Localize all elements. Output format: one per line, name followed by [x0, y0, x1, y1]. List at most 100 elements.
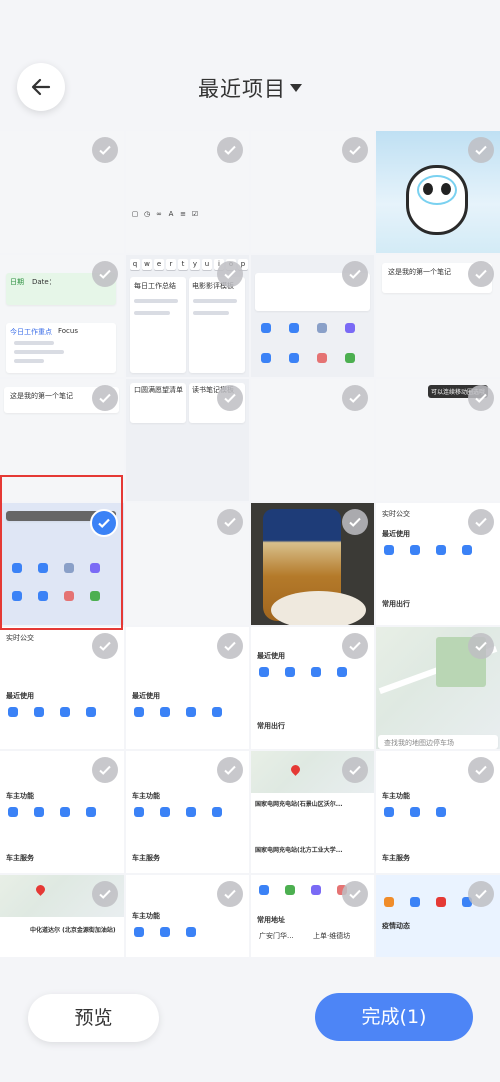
select-checkbox[interactable]	[217, 261, 243, 287]
grid-item[interactable]: 中化道达尔 (北京金源街加油站)	[0, 875, 124, 957]
grid-item[interactable]: 车主功能 车主服务	[0, 751, 124, 873]
grid-item[interactable]: 实时公交 最近使用	[0, 627, 124, 749]
select-checkbox[interactable]	[217, 757, 243, 783]
note-label: 最近使用	[257, 652, 285, 660]
grid-item[interactable]	[0, 503, 124, 625]
select-checkbox[interactable]	[92, 137, 118, 163]
select-checkbox[interactable]	[468, 633, 494, 659]
grid-item[interactable]	[251, 131, 374, 253]
check-icon	[349, 393, 361, 403]
note-label: 上单·维德坊	[313, 932, 351, 940]
note-label: 疫情动态	[382, 922, 410, 930]
select-checkbox[interactable]	[468, 757, 494, 783]
grid-item[interactable]: ▢ ◷ ∞ A ≡ ☑	[126, 131, 249, 253]
select-checkbox[interactable]	[342, 137, 368, 163]
select-checkbox[interactable]	[468, 385, 494, 411]
select-checkbox[interactable]	[92, 385, 118, 411]
note-label: 车主功能	[382, 792, 410, 800]
note-label: 这是我的第一个笔记	[388, 268, 451, 276]
grid-item[interactable]: 车主功能 车主服务	[126, 751, 249, 873]
grid-item[interactable]: 这是我的第一个笔记	[0, 379, 124, 501]
grid-item[interactable]: 最近使用 常用出行	[251, 627, 374, 749]
note-label: 中化道达尔 (北京金源街加油站)	[30, 927, 116, 934]
grid-item[interactable]	[251, 379, 374, 501]
toolbar-icons: ▢ ◷ ∞ A ≡ ☑	[131, 210, 199, 218]
check-icon	[475, 889, 487, 899]
check-icon	[99, 269, 111, 279]
grid-item[interactable]	[251, 503, 374, 625]
grid-item[interactable]: 这是我的第一个笔记	[376, 255, 500, 377]
note-label: 最近使用	[382, 530, 410, 538]
check-icon	[99, 393, 111, 403]
grid-item[interactable]: 疫情动态	[376, 875, 500, 957]
select-checkbox[interactable]	[468, 881, 494, 907]
select-checkbox[interactable]	[342, 757, 368, 783]
note-label: 常用地址	[257, 916, 285, 924]
grid-item[interactable]	[376, 131, 500, 253]
check-icon	[349, 145, 361, 155]
check-icon	[349, 765, 361, 775]
select-checkbox[interactable]	[217, 881, 243, 907]
select-checkbox[interactable]	[217, 137, 243, 163]
note-label: 实时公交	[382, 510, 410, 518]
note-label: 车主功能	[132, 792, 160, 800]
grid-item[interactable]: 口圆满愿望清单 读书笔记模板	[126, 379, 249, 501]
note-label: 最近使用	[132, 692, 160, 700]
grid-item[interactable]: 查找我的地图边停车场	[376, 627, 500, 749]
note-label: 国家电网充电站(石景山区沃尔...	[255, 801, 343, 808]
check-icon	[475, 765, 487, 775]
note-label: 口圆满愿望清单	[134, 386, 183, 394]
select-checkbox[interactable]	[92, 633, 118, 659]
select-checkbox[interactable]	[217, 385, 243, 411]
grid-item[interactable]: qwertyuiop 每日工作总结 电影影评模板	[126, 255, 249, 377]
select-checkbox[interactable]	[342, 633, 368, 659]
check-icon	[349, 517, 361, 527]
select-checkbox[interactable]	[468, 137, 494, 163]
note-label: 常用出行	[257, 722, 285, 730]
select-checkbox[interactable]	[92, 757, 118, 783]
note-label: 实时公交	[6, 634, 34, 642]
note-label: 车主服务	[382, 854, 410, 862]
grid-item[interactable]: 车主功能 车主服务	[376, 751, 500, 873]
check-icon	[99, 765, 111, 775]
grid-item[interactable]: 常用地址 广安门华... 上单·维德坊	[251, 875, 374, 957]
select-checkbox[interactable]	[342, 509, 368, 535]
select-checkbox[interactable]	[217, 633, 243, 659]
check-icon	[224, 145, 236, 155]
grid-item[interactable]	[251, 255, 374, 377]
done-button[interactable]: 完成(1)	[315, 993, 473, 1041]
select-checkbox-checked[interactable]	[90, 509, 118, 537]
header-bar: 最近项目	[0, 0, 500, 130]
album-selector[interactable]: 最近项目	[0, 73, 500, 103]
select-checkbox[interactable]	[217, 509, 243, 535]
select-checkbox[interactable]	[342, 881, 368, 907]
grid-item[interactable]: 日期 Date： 今日工作重点 Focus	[0, 255, 124, 377]
select-checkbox[interactable]	[92, 881, 118, 907]
grid-item[interactable]	[0, 131, 124, 253]
note-label: 每日工作总结	[134, 282, 176, 290]
note-label: 车主服务	[6, 854, 34, 862]
grid-item[interactable]: 可以连续移动圈选哦	[376, 379, 500, 501]
check-icon	[224, 517, 236, 527]
preview-button[interactable]: 预览	[28, 994, 159, 1042]
check-icon	[475, 269, 487, 279]
grid-item[interactable]: 车主功能	[126, 875, 249, 957]
note-label: Focus	[58, 327, 78, 335]
select-checkbox[interactable]	[468, 509, 494, 535]
grid-item[interactable]: 最近使用	[126, 627, 249, 749]
check-icon	[224, 765, 236, 775]
check-icon	[98, 518, 110, 529]
note-label: 最近使用	[6, 692, 34, 700]
select-checkbox[interactable]	[92, 261, 118, 287]
grid-item[interactable]	[126, 503, 249, 625]
check-icon	[349, 641, 361, 651]
check-icon	[224, 393, 236, 403]
select-checkbox[interactable]	[342, 261, 368, 287]
grid-item[interactable]: 国家电网充电站(石景山区沃尔... 国家电网充电站(北方工业大学...	[251, 751, 374, 873]
select-checkbox[interactable]	[342, 385, 368, 411]
select-checkbox[interactable]	[468, 261, 494, 287]
media-grid: ▢◷∞A≡☑ 日期 Date： 今日工作重点 Focus qwertyuiop …	[0, 131, 500, 957]
grid-item[interactable]: 实时公交 最近使用 常用出行	[376, 503, 500, 625]
note-label: 今日工作重点	[10, 328, 52, 336]
caret-down-icon	[290, 84, 302, 92]
